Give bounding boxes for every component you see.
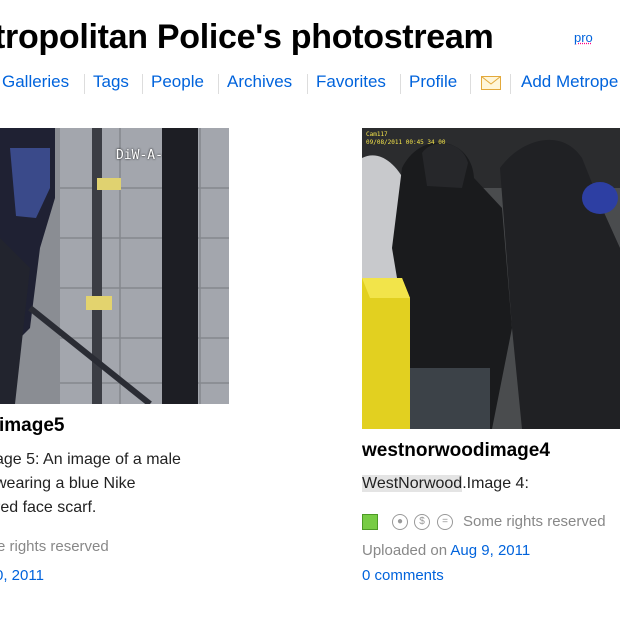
photostream-nav: Galleries Tags People Archives Favorites… [0, 72, 620, 96]
page-title: tropolitan Police's photostream [0, 18, 494, 56]
pro-badge[interactable]: pro [574, 30, 593, 45]
description-line: red face scarf. [0, 499, 97, 516]
description-highlight: WestNorwood [362, 475, 463, 492]
rights-text[interactable]: e rights reserved [0, 538, 109, 555]
nav-favorites[interactable]: Favorites [316, 72, 386, 92]
nav-divider [142, 74, 143, 94]
upload-date-link[interactable]: Aug 9, 2011 [450, 542, 530, 559]
nav-divider [307, 74, 308, 94]
photo-thumbnail[interactable]: DiW-A- [0, 128, 229, 404]
nav-divider [400, 74, 401, 94]
attribution-icon[interactable]: ● [392, 514, 408, 530]
camera-id-stamp: Cam117 [366, 131, 388, 138]
noderivs-icon[interactable]: = [437, 514, 453, 530]
photo-title[interactable]: image5 [0, 415, 64, 437]
uploaded-info: Uploaded on Aug 9, 2011 [362, 542, 530, 559]
photo-thumbnail[interactable]: Cam117 09/08/2011 00:45 34 00 [362, 128, 620, 429]
envelope-icon[interactable] [481, 76, 501, 90]
photo-title[interactable]: westnorwoodimage4 [362, 440, 550, 462]
upload-date-link[interactable]: 0, 2011 [0, 567, 44, 584]
comments-link[interactable]: 0 comments [362, 567, 444, 584]
rights-text[interactable]: Some rights reserved [463, 513, 606, 530]
photo-description: age 5: An image of a male wearing a blue… [0, 448, 181, 520]
description-line: wearing a blue Nike [0, 475, 136, 492]
nav-divider [84, 74, 85, 94]
photo-description: WestNorwood.Image 4: [362, 472, 529, 496]
nav-divider [470, 74, 471, 94]
nav-divider [218, 74, 219, 94]
description-text: .Image 4: [462, 475, 529, 492]
nav-galleries[interactable]: Galleries [2, 72, 69, 92]
noncommercial-icon[interactable]: $ [414, 514, 430, 530]
cctv-image [0, 128, 229, 404]
cctv-image [362, 128, 620, 429]
license-square-icon[interactable] [362, 514, 378, 530]
cctv-overlay-text: DiW-A- [116, 148, 163, 163]
nav-divider [510, 74, 511, 94]
nav-add-contact[interactable]: Add Metrope [521, 72, 618, 92]
nav-people[interactable]: People [151, 72, 204, 92]
uploaded-label: Uploaded on [362, 542, 448, 559]
nav-profile[interactable]: Profile [409, 72, 457, 92]
nav-tags[interactable]: Tags [93, 72, 129, 92]
nav-archives[interactable]: Archives [227, 72, 292, 92]
description-line: age 5: An image of a male [0, 451, 181, 468]
camera-timestamp: 09/08/2011 00:45 34 00 [366, 139, 446, 146]
